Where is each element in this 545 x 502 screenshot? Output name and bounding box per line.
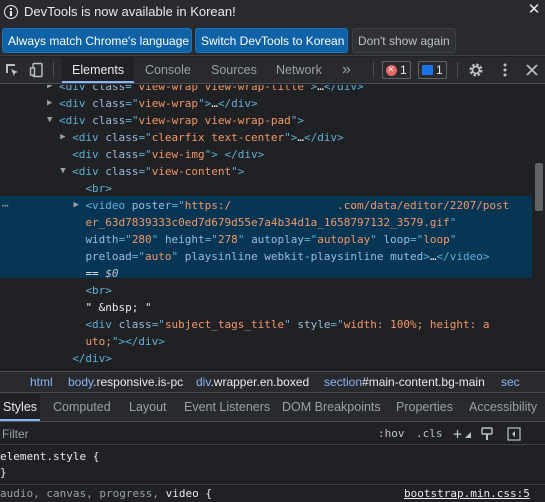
dom-node-markup: uto;"></div>	[85, 335, 165, 348]
collapsed-triangle-icon[interactable]: ▶	[73, 197, 78, 214]
dom-node-line[interactable]: ▼ <div class="view-wrap view-wrap-pad">	[0, 112, 545, 129]
message-icon	[422, 65, 433, 75]
dom-node-markup: <div class="view-wrap view-wrap-title">……	[58, 85, 364, 93]
dom-tree[interactable]: ▶ <div class="view-wrap view-wrap-title">…	[0, 85, 545, 371]
collapsed-triangle-icon[interactable]: ▶	[60, 129, 65, 146]
breadcrumb-section[interactable]: section#main-content.bg-main	[324, 372, 485, 392]
dom-node-line[interactable]: <br>	[0, 180, 545, 197]
tab-layout[interactable]: Layout	[129, 394, 167, 421]
element-style-close: }	[0, 466, 7, 479]
info-icon	[4, 5, 18, 19]
hov-toggle[interactable]: :hov	[378, 423, 405, 445]
breadcrumb: html body.responsive.is-pc div.wrapper.e…	[0, 371, 545, 393]
dom-node-line[interactable]: ▶ <div class="view-wrap view-wrap-title">…	[0, 85, 545, 95]
tab-elements[interactable]: Elements	[62, 57, 135, 83]
more-options-icon[interactable]	[497, 62, 513, 78]
breadcrumb-html[interactable]: html	[30, 372, 53, 392]
close-icon[interactable]: ✕	[526, 2, 542, 18]
rule-divider	[0, 484, 545, 485]
rule-source-link[interactable]: bootstrap.min.css:5	[404, 486, 530, 502]
close-devtools-icon[interactable]	[524, 62, 540, 78]
dom-node-line[interactable]: ▶ <div class="view-wrap">…</div>	[0, 95, 545, 112]
tab-network[interactable]: Network	[276, 57, 322, 83]
inspect-element-icon[interactable]	[4, 62, 20, 78]
device-toolbar-icon[interactable]	[29, 62, 45, 78]
error-icon	[386, 62, 397, 78]
dom-node-markup: == $0	[85, 267, 119, 280]
dom-node-markup: </div>	[72, 352, 112, 365]
dom-node-line[interactable]: " &nbsp; "	[0, 299, 545, 316]
dom-node-line[interactable]: er_63d7839333c0ed7d679d55e7a4b34d1a_1658…	[0, 214, 545, 231]
node-actions-ellipsis[interactable]: ⋯	[2, 197, 9, 214]
breadcrumb-div-wrapper[interactable]: div.wrapper.en.boxed	[196, 372, 309, 392]
devtools-toolbar: Elements Console Sources Network » 1 1	[0, 57, 545, 84]
dom-node-markup: <div class="view-wrap view-wrap-pad">	[58, 114, 305, 127]
dom-node-markup: er_63d7839333c0ed7d679d55e7a4b34d1a_1658…	[85, 216, 457, 229]
new-style-rule-icon[interactable]: +	[453, 423, 462, 445]
dom-node-markup: preload="auto" playsinline webkit-playsi…	[85, 250, 490, 263]
infobar-message: DevTools is now available in Korean!	[24, 4, 236, 19]
toolbar-divider	[53, 62, 54, 78]
messages-badge[interactable]: 1	[418, 61, 447, 79]
dom-node-markup: width="280" height="278" autoplay="autop…	[85, 233, 457, 246]
tab-properties[interactable]: Properties	[396, 394, 453, 421]
cls-toggle[interactable]: .cls	[416, 423, 443, 445]
dom-node-line[interactable]: ▼ <div class="view-content">	[0, 163, 545, 180]
element-style-selector[interactable]: element.style {	[0, 449, 99, 465]
collapsed-triangle-icon[interactable]: ▶	[47, 95, 52, 112]
paint-brush-icon[interactable]	[480, 427, 494, 441]
errors-count: 1	[400, 63, 407, 77]
tab-styles[interactable]: Styles	[0, 394, 41, 421]
dom-node-markup: " &nbsp; "	[85, 301, 152, 314]
dom-node-line[interactable]: <br>	[0, 282, 545, 299]
scrollbar-thumb[interactable]	[535, 163, 543, 211]
dom-node-markup: <video poster="https:/ .com/data/editor/…	[85, 199, 510, 212]
styles-pane: element.style { } audio, canvas, progres…	[0, 446, 545, 502]
rule-selector[interactable]: audio, canvas, progress, video {	[0, 486, 212, 502]
switch-to-korean-button[interactable]: Switch DevTools to Korean	[195, 28, 348, 53]
tab-computed[interactable]: Computed	[53, 394, 111, 421]
toolbar-divider	[457, 62, 458, 78]
toolbar-divider	[373, 62, 374, 78]
dom-node-markup: <br>	[85, 182, 112, 195]
errors-badge[interactable]: 1	[382, 61, 411, 79]
dropdown-triangle-icon[interactable]	[465, 432, 471, 438]
toggle-sidebar-icon[interactable]	[507, 427, 521, 441]
dom-node-markup: <br>	[85, 284, 112, 297]
dom-node-line[interactable]: preload="auto" playsinline webkit-playsi…	[0, 248, 545, 265]
messages-count: 1	[436, 63, 443, 77]
expanded-triangle-icon[interactable]: ▼	[47, 112, 52, 129]
styles-filter-bar: Filter :hov .cls +	[0, 423, 545, 445]
dom-node-markup: <div class="view-wrap">…</div>	[58, 97, 258, 110]
dom-node-line[interactable]: <div class="view-img"> </div>	[0, 146, 545, 163]
tab-event-listeners[interactable]: Event Listeners	[184, 394, 270, 421]
tab-console[interactable]: Console	[145, 57, 191, 83]
dont-show-again-button[interactable]: Don't show again	[352, 28, 456, 53]
collapsed-triangle-icon[interactable]: ▶	[47, 85, 52, 95]
dom-node-markup: <div class="clearfix text-center">…</div…	[72, 131, 344, 144]
sidebar-tabs: Styles Computed Layout Event Listeners D…	[0, 394, 545, 422]
dom-node-markup: <div class="view-content">	[72, 165, 245, 178]
dom-node-markup: <div class="view-img"> </div>	[72, 148, 265, 161]
settings-gear-icon[interactable]	[468, 62, 484, 78]
dom-tree-scrollbar[interactable]	[533, 85, 545, 371]
dom-node-line[interactable]: ▶ <video poster="https:/ .com/data/editor…	[0, 197, 545, 214]
breadcrumb-body[interactable]: body.responsive.is-pc	[68, 372, 183, 392]
dom-node-markup: <div class="subject_tags_title" style="w…	[85, 318, 490, 331]
dom-node-line[interactable]: == $0	[0, 265, 545, 282]
expanded-triangle-icon[interactable]: ▼	[60, 163, 65, 180]
tab-dom-breakpoints[interactable]: DOM Breakpoints	[282, 394, 381, 421]
dom-node-line[interactable]: width="280" height="278" autoplay="autop…	[0, 231, 545, 248]
breadcrumb-sec[interactable]: sec	[501, 372, 520, 392]
filter-input[interactable]: Filter	[2, 423, 29, 445]
language-infobar: DevTools is now available in Korean! ✕ A…	[0, 0, 545, 56]
dom-node-line[interactable]: </div>	[0, 350, 545, 367]
more-tabs-icon[interactable]: »	[342, 57, 351, 83]
always-match-language-button[interactable]: Always match Chrome's language	[2, 28, 192, 53]
tab-accessibility[interactable]: Accessibility	[469, 394, 537, 421]
dom-node-line[interactable]: ▶ <div class="clearfix text-center">…</di…	[0, 129, 545, 146]
dom-node-line[interactable]: uto;"></div>	[0, 333, 545, 350]
tab-sources[interactable]: Sources	[211, 57, 257, 83]
dom-node-line[interactable]: <div class="subject_tags_title" style="w…	[0, 316, 545, 333]
